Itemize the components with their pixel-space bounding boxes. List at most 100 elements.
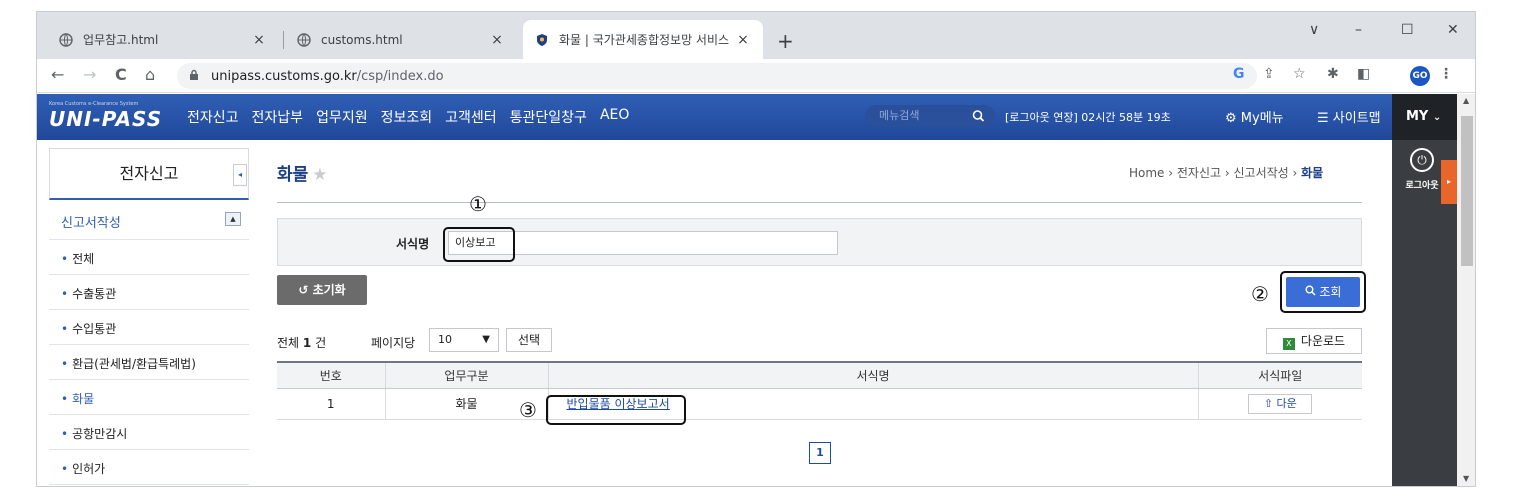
share-icon[interactable]: ⇪ [1263, 66, 1275, 82]
side-panel-icon[interactable]: ◧ [1357, 66, 1370, 82]
excel-icon: X [1282, 338, 1295, 350]
cell-form-file: ⇧ 다운 [1197, 388, 1362, 420]
tab-close-icon[interactable]: × [489, 32, 505, 48]
chevron-down-icon: ▼ [482, 334, 490, 345]
site-navbar: Korea Customs e-Clearance System UNI-PAS… [37, 94, 1457, 140]
scroll-down-icon[interactable]: ▼ [1463, 474, 1469, 483]
url-path: /csp/index.do [356, 68, 444, 84]
sidebar-item-permits[interactable]: • 인허가 [49, 450, 249, 485]
breadcrumb: Home › 전자신고 › 신고서작성 › 화물 [1129, 166, 1324, 180]
tab-title: customs.html [321, 32, 403, 47]
search-button[interactable]: 조회 [1286, 277, 1360, 307]
table-header-row: 번호 업무구분 서식명 서식파일 [277, 361, 1362, 389]
tab-customs[interactable]: customs.html × [285, 20, 517, 59]
home-button[interactable]: ⌂ [145, 65, 155, 84]
gear-icon: ⚙ [1225, 111, 1237, 126]
header-category: 업무구분 [384, 361, 548, 389]
extensions-icon[interactable]: ✱ [1327, 66, 1339, 82]
url-bar[interactable]: unipass.customs.go.kr/csp/index.do [177, 63, 1257, 89]
new-tab-button[interactable]: + [777, 29, 794, 53]
tab-work-reference[interactable]: 업무참고.html × [47, 20, 279, 59]
section-toggle-icon[interactable]: ▲ [225, 212, 241, 226]
scroll-up-icon[interactable]: ▲ [1463, 96, 1469, 105]
rail-expand-handle[interactable]: ▸ [1441, 160, 1457, 204]
tab-close-icon[interactable]: × [251, 32, 267, 48]
sidebar-section-forms[interactable]: 신고서작성 ▲ [49, 200, 249, 240]
pagination-page-1[interactable]: 1 [809, 442, 831, 464]
menu-work-support[interactable]: 업무지원 [316, 107, 368, 127]
sidebar-item-cargo[interactable]: • 화물 [49, 380, 249, 415]
minimize-button[interactable]: – [1355, 22, 1362, 38]
menu-aeo[interactable]: AEO [600, 107, 629, 127]
highlight-box-link [546, 395, 686, 425]
sidebar-item-refund[interactable]: • 환급(관세법/환급특례법) [49, 345, 249, 380]
customs-shield-icon [535, 33, 549, 47]
scroll-thumb[interactable] [1461, 116, 1473, 266]
close-window-button[interactable]: ✕ [1447, 22, 1459, 38]
tab-title: 업무참고.html [83, 33, 159, 47]
session-timer[interactable]: [로그아웃 연장] 02시간 58분 19초 [1005, 109, 1171, 125]
menu-customer-center[interactable]: 고객센터 [445, 107, 497, 127]
sidebar-item-all[interactable]: • 전체 [49, 240, 249, 275]
header-form-file: 서식파일 [1197, 361, 1362, 389]
menu-info-lookup[interactable]: 정보조회 [381, 107, 433, 127]
tab-close-icon[interactable]: × [735, 32, 751, 48]
reset-icon: ↺ [298, 283, 309, 297]
tab-search-icon[interactable]: ∨ [1309, 22, 1319, 38]
menu-search-input[interactable]: 메뉴검색 [865, 105, 995, 127]
file-download-button[interactable]: ⇧ 다운 [1248, 393, 1313, 414]
globe-icon [297, 32, 311, 47]
my-tab[interactable]: MY ⌄ [1392, 94, 1457, 140]
sidebar-title: 전자신고 [49, 148, 249, 200]
power-icon[interactable]: ⏻ [1410, 148, 1434, 172]
globe-icon [59, 32, 73, 47]
profile-avatar[interactable]: GO [1410, 66, 1430, 86]
page-scrollbar[interactable]: ▲ ▼ [1457, 94, 1475, 486]
download-button[interactable]: X 다운로드 [1266, 328, 1362, 354]
tab-unipass-cargo[interactable]: 화물 | 국가관세종합정보망 서비스 × [523, 20, 763, 59]
highlight-box-input [443, 227, 515, 262]
maximize-button[interactable]: ☐ [1401, 22, 1414, 38]
per-page-select[interactable]: 10 ▼ [429, 328, 499, 352]
bookmark-star-icon[interactable]: ☆ [1293, 66, 1306, 82]
reload-button[interactable]: C [115, 65, 127, 84]
search-form: 서식명 이상보고 [277, 218, 1362, 266]
google-icon[interactable]: G [1233, 66, 1245, 82]
sidebar-collapse-button[interactable]: ◂ [233, 164, 247, 186]
sidebar-item-export[interactable]: • 수출통관 [49, 275, 249, 310]
tab-strip: 업무참고.html × customs.html × 화물 | 국가관세종합정보… [37, 12, 1475, 59]
sidebar-item-port-surveillance[interactable]: • 공항만감시 [49, 415, 249, 450]
search-icon [1305, 285, 1320, 299]
tab-divider [283, 31, 284, 49]
browser-window: 업무참고.html × customs.html × 화물 | 국가관세종합정보… [36, 11, 1476, 487]
search-icon[interactable] [972, 105, 985, 135]
forms-table: 번호 업무구분 서식명 서식파일 1 화물 반입물품 이상보고서 ⇧ 다운 [277, 361, 1362, 420]
upload-icon: ⇧ [1263, 396, 1273, 410]
menu-single-window[interactable]: 통관단일창구 [510, 107, 587, 127]
left-sidebar: 전자신고 ◂ 신고서작성 ▲ • 전체 • 수출통관 • 수입통관 • 환급(관세법/환… [49, 148, 249, 486]
form-name-label: 서식명 [396, 237, 430, 251]
reset-button[interactable]: ↺ 초기화 [277, 275, 367, 305]
total-count: 전체 1 건 [277, 336, 327, 350]
annotation-3: ③ [519, 398, 537, 422]
tab-title: 화물 | 국가관세종합정보망 서비스 [559, 33, 730, 47]
url-domain: unipass.customs.go.kr [211, 68, 357, 84]
menu-e-payment[interactable]: 전자납부 [252, 107, 304, 127]
favorite-star-icon[interactable]: ★ [312, 165, 327, 185]
forward-button[interactable]: → [83, 65, 96, 84]
cell-number: 1 [277, 388, 385, 420]
table-row: 1 화물 반입물품 이상보고서 ⇧ 다운 [277, 388, 1362, 420]
title-divider [277, 202, 1362, 203]
address-bar-row: ← → C ⌂ unipass.customs.go.kr/csp/index.… [37, 59, 1475, 93]
annotation-1: ① [469, 192, 487, 216]
apply-page-size-button[interactable]: 선택 [506, 328, 552, 352]
main-menu: 전자신고 전자납부 업무지원 정보조회 고객센터 통관단일창구 AEO [187, 107, 642, 127]
menu-e-filing[interactable]: 전자신고 [187, 107, 239, 127]
sitemap-link[interactable]: ☰ 사이트맵 [1317, 107, 1381, 126]
sidebar-item-import[interactable]: • 수입통관 [49, 310, 249, 345]
back-button[interactable]: ← [51, 65, 64, 84]
annotation-2: ② [1251, 282, 1269, 306]
my-menu-link[interactable]: ⚙ My메뉴 [1225, 107, 1284, 126]
unipass-logo[interactable]: Korea Customs e-Clearance System UNI-PAS… [49, 101, 169, 133]
kebab-menu-icon[interactable]: ⋮ [1439, 66, 1453, 82]
